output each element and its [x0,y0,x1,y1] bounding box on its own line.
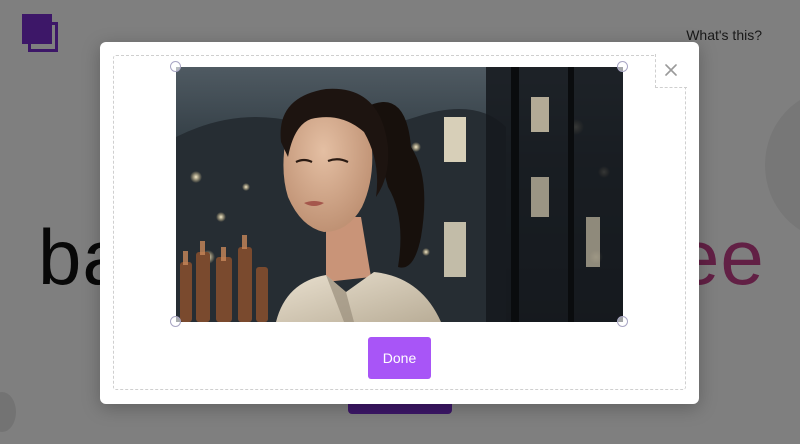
portrait-photo [176,67,623,322]
crop-handle-bottom-right[interactable] [617,316,628,327]
close-icon [665,64,677,76]
close-button[interactable] [657,56,685,84]
done-button[interactable]: Done [368,337,431,379]
crop-handle-top-left[interactable] [170,61,181,72]
image-crop-modal: Done [100,42,699,404]
crop-handle-bottom-left[interactable] [170,316,181,327]
crop-handle-top-right[interactable] [617,61,628,72]
crop-image[interactable] [176,67,623,322]
